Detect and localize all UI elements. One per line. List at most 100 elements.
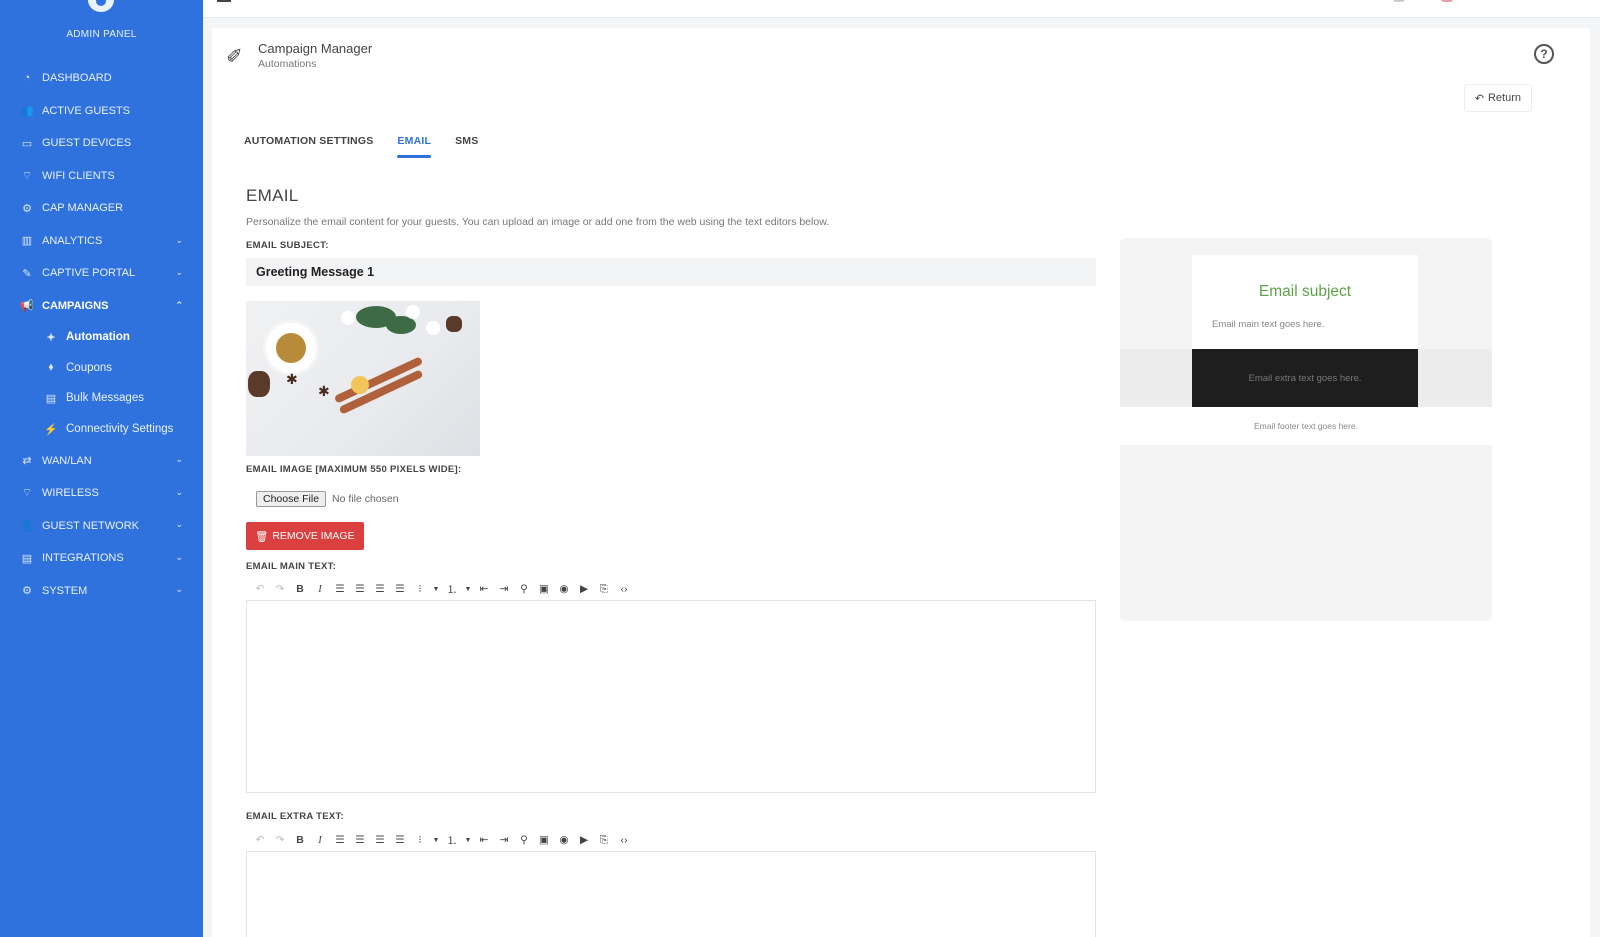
remove-image-label: REMOVE IMAGE (272, 530, 355, 542)
caret-down-icon[interactable]: ▼ (430, 832, 442, 848)
sidebar-item-active-guests[interactable]: 👥 ACTIVE GUESTS (0, 95, 203, 128)
menu-toggle-icon[interactable] (217, 0, 231, 2)
caret-down-icon[interactable]: ▼ (430, 581, 442, 597)
sidebar-item-wifi-clients[interactable]: ⌔ WIFI CLIENTS (0, 160, 203, 193)
pine-cone (248, 371, 270, 397)
numbered-list-icon[interactable]: ⒈ (442, 581, 462, 597)
align-justify-icon[interactable]: ☰ (390, 832, 410, 848)
undo-icon[interactable]: ↶ (250, 832, 270, 848)
email-main-text-editor[interactable] (246, 600, 1096, 793)
sidebar-subitem-bulk-messages[interactable]: ▤ Bulk Messages (0, 383, 203, 414)
preview-extra-text: Email extra text goes here. (1192, 349, 1418, 407)
remove-image-button[interactable]: 🗑 REMOVE IMAGE (246, 522, 364, 550)
indent-icon[interactable]: ⇥ (494, 581, 514, 597)
sidebar-item-cap-manager[interactable]: ⚙ CAP MANAGER (0, 192, 203, 225)
email-main-text-label: EMAIL MAIN TEXT: (246, 561, 337, 572)
indent-icon[interactable]: ⇥ (494, 832, 514, 848)
return-button[interactable]: ↶ Return (1463, 84, 1532, 112)
image-icon[interactable]: ▣ (534, 581, 554, 597)
gear-icon: ⚙ (22, 202, 32, 215)
wifi-icon: ⌔ (21, 487, 33, 500)
media-icon[interactable]: ▶ (574, 832, 594, 848)
sidebar-subitem-label: Bulk Messages (66, 392, 144, 405)
align-left-icon[interactable]: ☰ (330, 581, 350, 597)
tab-bar: AUTOMATION SETTINGS EMAIL SMS (244, 126, 502, 158)
paste-icon[interactable]: ⎘ (594, 832, 614, 848)
caret-down-icon[interactable]: ▼ (462, 832, 474, 848)
chevron-up-icon: ⌃ (175, 299, 183, 310)
bullet-list-icon[interactable]: ⁝ (410, 581, 430, 597)
sidebar-item-dashboard[interactable]: ◔ DASHBOARD (0, 62, 203, 95)
sidebar-nav: ◔ DASHBOARD 👥 ACTIVE GUESTS ▭ GUEST DEVICES… (0, 62, 203, 607)
preview-icon[interactable]: ◉ (554, 832, 574, 848)
bold-icon[interactable]: B (290, 581, 310, 597)
chevron-down-icon: ⌄ (175, 454, 183, 465)
tab-sms[interactable]: SMS (455, 126, 478, 156)
link-icon[interactable]: ⚲ (514, 832, 534, 848)
image-icon[interactable]: ▣ (534, 832, 554, 848)
tab-automation-settings[interactable]: AUTOMATION SETTINGS (244, 126, 373, 156)
user-avatar-icon[interactable] (1441, 0, 1453, 2)
email-extra-text-editor[interactable] (246, 851, 1096, 937)
paste-icon[interactable]: ⎘ (594, 581, 614, 597)
sidebar-item-label: WIFI CLIENTS (42, 169, 115, 182)
caret-down-icon[interactable]: ▼ (462, 581, 474, 597)
editor-toolbar: ↶ ↷ B I ☰ ☰ ☰ ☰ ⁝ ▼ ⒈ ▼ ⇤ ⇥ ⚲ ▣ ◉ ▶ ⎘ ‹› (250, 832, 634, 848)
sidebar-item-label: WIRELESS (42, 487, 99, 500)
sidebar-item-captive-portal[interactable]: ✎ CAPTIVE PORTAL ⌄ (0, 257, 203, 290)
tea (276, 333, 306, 363)
plug-icon: ⚡ (44, 423, 58, 436)
align-center-icon[interactable]: ☰ (350, 832, 370, 848)
align-justify-icon[interactable]: ☰ (390, 581, 410, 597)
sidebar-item-label: GUEST NETWORK (42, 519, 139, 532)
redo-icon[interactable]: ↷ (270, 832, 290, 848)
sidebar-subitem-coupons[interactable]: ⬧ Coupons (0, 353, 203, 384)
sidebar-subitem-label: Connectivity Settings (66, 423, 174, 436)
laptop-icon: ▭ (21, 137, 33, 150)
source-code-icon[interactable]: ‹› (614, 832, 634, 848)
italic-icon[interactable]: I (310, 581, 330, 597)
outdent-icon[interactable]: ⇤ (474, 581, 494, 597)
sidebar-item-wan-lan[interactable]: ⇄ WAN/LAN ⌄ (0, 444, 203, 477)
link-icon[interactable]: ⚲ (514, 581, 534, 597)
email-subject-input[interactable] (246, 258, 1096, 286)
logo-icon (88, 0, 114, 12)
cotton-flower (406, 305, 420, 319)
bullet-list-icon[interactable]: ⁝ (410, 832, 430, 848)
sidebar-item-campaigns[interactable]: 📢 CAMPAIGNS ⌃ (0, 290, 203, 323)
notification-icon[interactable] (1393, 0, 1405, 2)
undo-icon[interactable]: ↶ (250, 581, 270, 597)
sidebar-subitem-automation[interactable]: ✦ Automation (0, 322, 203, 353)
sidebar-item-integrations[interactable]: ▤ INTEGRATIONS ⌄ (0, 542, 203, 575)
sidebar-item-system[interactable]: ⚙ SYSTEM ⌄ (0, 574, 203, 607)
redo-icon[interactable]: ↷ (270, 581, 290, 597)
help-icon[interactable]: ? (1534, 44, 1554, 64)
align-left-icon[interactable]: ☰ (330, 832, 350, 848)
media-icon[interactable]: ▶ (574, 581, 594, 597)
align-right-icon[interactable]: ☰ (370, 581, 390, 597)
reply-icon: ↶ (1474, 92, 1484, 105)
sidebar-item-analytics[interactable]: ▥ ANALYTICS ⌄ (0, 225, 203, 258)
tab-email[interactable]: EMAIL (397, 126, 431, 158)
preview-header: Email subject Email main text goes here. (1192, 255, 1418, 349)
numbered-list-icon[interactable]: ⒈ (442, 832, 462, 848)
preview-icon[interactable]: ◉ (554, 581, 574, 597)
choose-file-button[interactable]: Choose File (256, 491, 327, 507)
user-network-icon: 👤 (20, 520, 34, 533)
sidebar-item-label: CAPTIVE PORTAL (42, 267, 136, 280)
sidebar-subitem-connectivity-settings[interactable]: ⚡ Connectivity Settings (0, 414, 203, 445)
bold-icon[interactable]: B (290, 832, 310, 848)
italic-icon[interactable]: I (310, 832, 330, 848)
sidebar-item-guest-network[interactable]: 👤 GUEST NETWORK ⌄ (0, 509, 203, 542)
outdent-icon[interactable]: ⇤ (474, 832, 494, 848)
star-anise: ✱ (318, 383, 330, 399)
sidebar-item-label: ACTIVE GUESTS (42, 104, 131, 117)
align-right-icon[interactable]: ☰ (370, 832, 390, 848)
sidebar-item-guest-devices[interactable]: ▭ GUEST DEVICES (0, 127, 203, 160)
email-extra-text-label: EMAIL EXTRA TEXT: (246, 811, 344, 822)
align-center-icon[interactable]: ☰ (350, 581, 370, 597)
sidebar-item-wireless[interactable]: ⌔ WIRELESS ⌄ (0, 477, 203, 510)
cotton-flower (426, 321, 440, 335)
return-button-label: Return (1487, 92, 1521, 104)
source-code-icon[interactable]: ‹› (614, 581, 634, 597)
